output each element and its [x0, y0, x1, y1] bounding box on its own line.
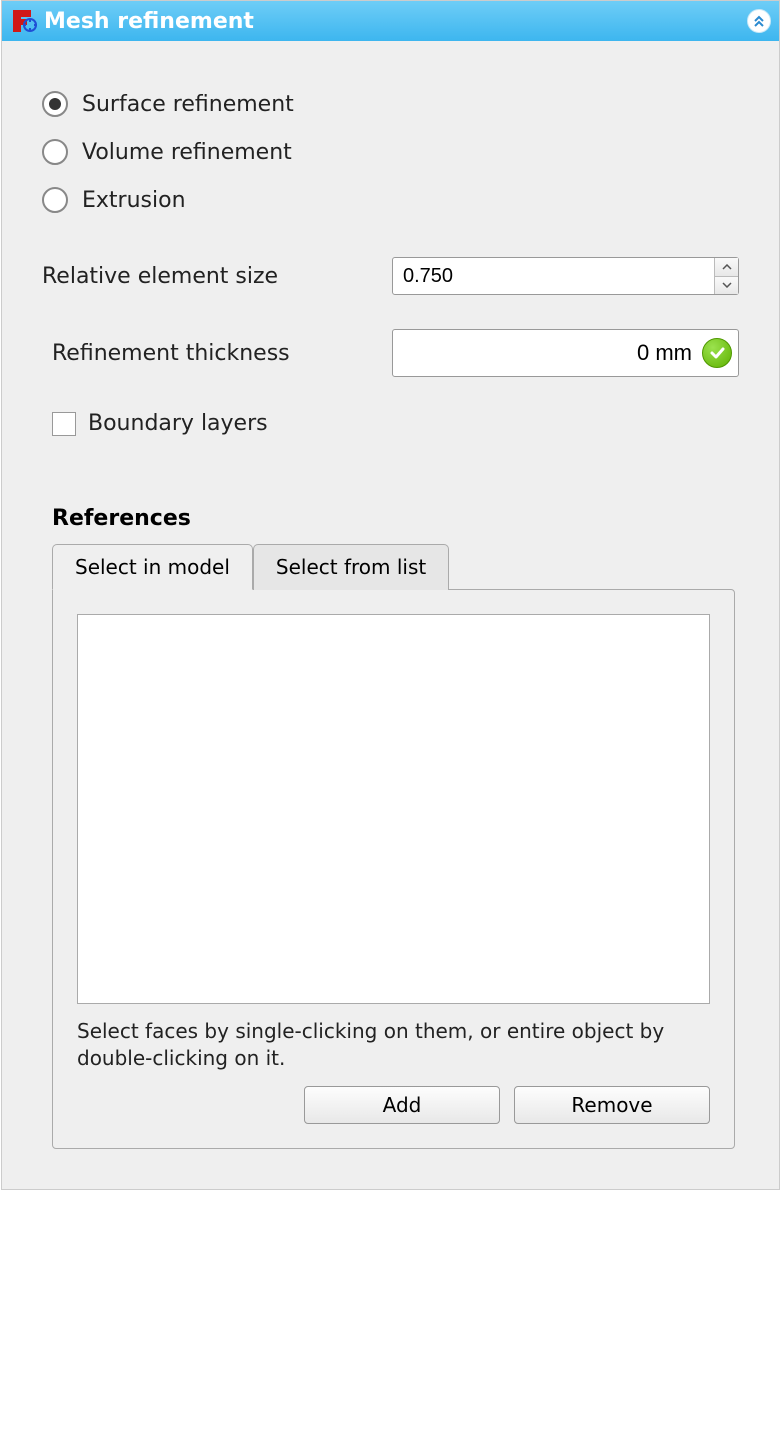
button-label: Remove	[571, 1093, 652, 1117]
spinner-buttons	[714, 258, 738, 294]
relative-element-size-spinner	[392, 257, 739, 295]
refinement-type-group: Surface refinement Volume refinement Ext…	[42, 91, 739, 213]
boundary-layers-label: Boundary layers	[88, 411, 268, 436]
refinement-thickness-row: Refinement thickness	[42, 329, 739, 377]
tabs-header: Select in model Select from list	[52, 543, 735, 589]
relative-element-size-row: Relative element size	[42, 257, 739, 295]
selection-help-text: Select faces by single-clicking on them,…	[77, 1018, 710, 1072]
tab-select-in-model[interactable]: Select in model	[52, 544, 253, 590]
radio-indicator	[42, 91, 68, 117]
tab-label: Select from list	[276, 555, 426, 579]
remove-button[interactable]: Remove	[514, 1086, 710, 1124]
references-tabs-container: Select in model Select from list Select …	[52, 543, 735, 1149]
tab-body: Select faces by single-clicking on them,…	[52, 589, 735, 1149]
boundary-layers-checkbox[interactable]	[52, 412, 76, 436]
radio-extrusion[interactable]: Extrusion	[42, 187, 739, 213]
chevron-up-icon	[722, 264, 732, 270]
refinement-thickness-field	[392, 329, 739, 377]
refinement-thickness-label: Refinement thickness	[52, 341, 392, 366]
tab-label: Select in model	[75, 555, 230, 579]
collapse-button[interactable]	[747, 9, 771, 33]
tab-select-from-list[interactable]: Select from list	[253, 544, 449, 590]
freecad-icon	[10, 7, 38, 35]
boundary-layers-row: Boundary layers	[52, 411, 739, 436]
panel-content: Surface refinement Volume refinement Ext…	[2, 41, 779, 1189]
refinement-thickness-input[interactable]	[393, 340, 702, 366]
radio-volume-refinement[interactable]: Volume refinement	[42, 139, 739, 165]
spin-down-button[interactable]	[715, 277, 738, 295]
selection-listbox[interactable]	[77, 614, 710, 1004]
radio-label: Surface refinement	[82, 92, 294, 117]
radio-label: Extrusion	[82, 188, 186, 213]
add-button[interactable]: Add	[304, 1086, 500, 1124]
references-title: References	[52, 506, 739, 531]
panel-title: Mesh refinement	[44, 9, 747, 34]
button-label: Add	[383, 1093, 422, 1117]
button-row: Add Remove	[77, 1086, 710, 1124]
check-ok-icon	[702, 338, 732, 368]
mesh-refinement-panel: Mesh refinement Surface refinement Volum…	[1, 0, 780, 1190]
titlebar: Mesh refinement	[2, 1, 779, 41]
radio-indicator	[42, 139, 68, 165]
radio-label: Volume refinement	[82, 140, 292, 165]
spin-up-button[interactable]	[715, 258, 738, 277]
relative-element-size-input[interactable]	[393, 258, 714, 294]
chevron-double-up-icon	[752, 14, 766, 28]
radio-indicator	[42, 187, 68, 213]
chevron-down-icon	[722, 282, 732, 288]
radio-surface-refinement[interactable]: Surface refinement	[42, 91, 739, 117]
relative-element-size-label: Relative element size	[42, 264, 392, 289]
